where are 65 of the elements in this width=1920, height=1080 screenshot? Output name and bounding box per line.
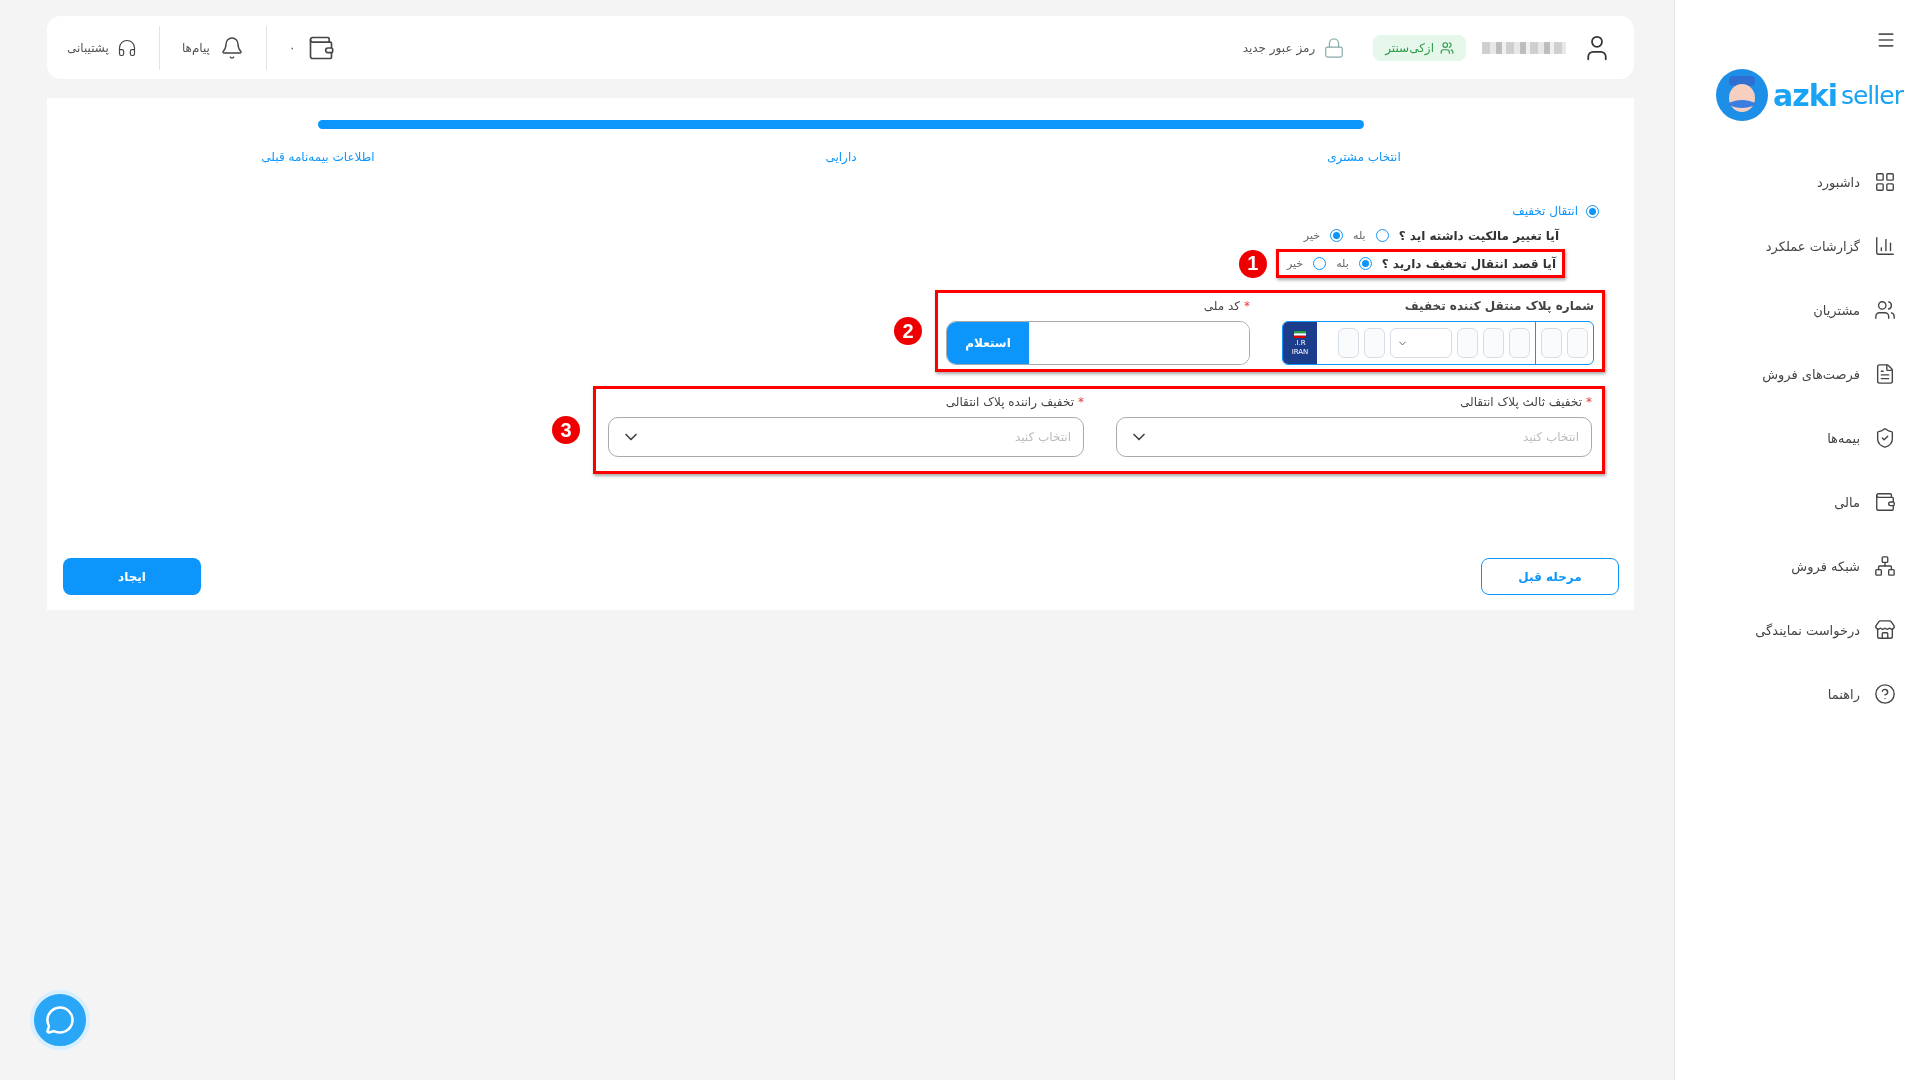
plate-digit-field[interactable]	[1457, 328, 1478, 358]
step-label: دارایی	[824, 150, 858, 164]
sidebar-item[interactable]: داشبورد	[1675, 150, 1920, 214]
users-icon	[1874, 299, 1896, 321]
sidebar-item[interactable]: بیمه‌ها	[1675, 406, 1920, 470]
chat-icon	[45, 1005, 75, 1035]
logo-text: seller	[1840, 80, 1903, 110]
sidebar-item[interactable]: درخواست نمایندگی	[1675, 598, 1920, 662]
shield-icon	[1874, 427, 1896, 449]
support-icon[interactable]	[116, 37, 137, 58]
password-link[interactable]: رمز عبور جدید	[1242, 40, 1316, 55]
plate-letter-select[interactable]	[1390, 328, 1452, 358]
support-link[interactable]: پشتیبانی	[67, 40, 109, 55]
sidebar-item[interactable]: مشتریان	[1675, 278, 1920, 342]
option-label: خیر	[1303, 229, 1321, 242]
logo-text: azki	[1773, 77, 1837, 113]
sidebar-item[interactable]: راهنما	[1675, 662, 1920, 726]
wallet-balance: ۰	[288, 40, 296, 55]
field-label: * تخفیف راننده پلاک انتقالی	[944, 395, 1084, 409]
network-icon	[1874, 555, 1896, 577]
option-label: بله	[1353, 229, 1366, 242]
question-text: آیا تغییر مالکیت داشته اید ؟	[1398, 228, 1559, 243]
required-mark: *	[1078, 395, 1084, 409]
field-label: شماره پلاک منتقل کننده تخفیف	[1403, 299, 1594, 313]
plate-digit-field[interactable]	[1483, 328, 1504, 358]
required-mark: *	[1244, 299, 1250, 313]
step-label: اطلاعات بیمه‌نامه قبلی	[260, 150, 376, 164]
step-label: انتخاب مشتری	[1326, 150, 1402, 164]
select-placeholder: انتخاب کنید	[1014, 430, 1071, 444]
plate-digit-field[interactable]	[1541, 328, 1562, 358]
select-placeholder: انتخاب کنید	[1522, 430, 1579, 444]
sidebar-item[interactable]: فرصت‌های فروش	[1675, 342, 1920, 406]
wallet-icon	[1874, 491, 1896, 513]
radio-option[interactable]: خیر	[1286, 257, 1327, 270]
plate-digit-field[interactable]	[1338, 328, 1359, 358]
required-mark: *	[1586, 395, 1592, 409]
sidebar-item[interactable]: مالی	[1675, 470, 1920, 534]
sidebar-item[interactable]: گزارشات عملکرد	[1675, 214, 1920, 278]
annotation-number: 3	[552, 416, 580, 444]
radio-option[interactable]: بله	[1336, 257, 1372, 270]
section-label: انتقال تخفیف	[1512, 204, 1578, 218]
radio-option[interactable]: خیر	[1303, 229, 1344, 242]
bell-icon[interactable]	[219, 35, 244, 60]
flag-icon	[1294, 330, 1306, 338]
question-text: آیا قصد انتقال تخفیف دارید ؟	[1381, 256, 1556, 271]
lock-icon[interactable]	[1323, 36, 1346, 59]
plate-digit-field[interactable]	[1567, 328, 1588, 358]
field-label: * کد ملی	[1202, 299, 1250, 313]
plate-digit-field[interactable]	[1364, 328, 1385, 358]
annotation-number: 2	[894, 317, 922, 345]
field-label: * تخفیف ثالث پلاک انتقالی	[1459, 395, 1592, 409]
store-icon	[1874, 619, 1896, 641]
plate-digit-field[interactable]	[1509, 328, 1530, 358]
annotation-number: 1	[1238, 249, 1267, 278]
radio-option[interactable]: بله	[1353, 229, 1389, 242]
bar-chart-icon	[1874, 235, 1896, 257]
messages-link[interactable]: پیام‌ها	[181, 40, 210, 55]
option-label: بله	[1336, 257, 1349, 270]
grid-icon	[1874, 171, 1896, 193]
sidebar-item[interactable]: شبکه فروش	[1675, 534, 1920, 598]
option-label: خیر	[1286, 257, 1304, 270]
logo-icon	[1715, 68, 1769, 122]
document-icon	[1874, 363, 1896, 385]
chat-button[interactable]	[30, 990, 90, 1050]
help-icon	[1874, 683, 1896, 705]
